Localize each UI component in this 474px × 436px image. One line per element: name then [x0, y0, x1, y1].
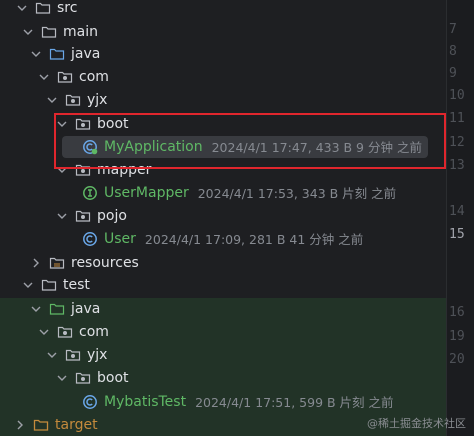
chevron-right-icon[interactable]	[30, 257, 42, 269]
tree-row-java[interactable]: java	[30, 42, 100, 65]
tree-label: target	[55, 416, 98, 433]
chevron-down-icon[interactable]	[56, 210, 68, 222]
chevron-down-icon[interactable]	[30, 48, 42, 60]
tree-row-test-java[interactable]: java	[30, 297, 100, 320]
highlight-annotation-box	[54, 113, 446, 169]
chevron-down-icon[interactable]	[22, 279, 34, 291]
chevron-down-icon[interactable]	[22, 26, 34, 38]
tree-label: main	[63, 23, 98, 40]
file-meta: 2024/4/1 17:09, 281 B 41 分钟 之前	[144, 232, 364, 247]
source-folder-icon	[49, 46, 65, 62]
tree-row-mybatistest[interactable]: MybatisTest 2024/4/1 17:51, 599 B 片刻 之前	[82, 390, 394, 413]
package-icon	[75, 208, 91, 224]
package-icon	[57, 324, 73, 340]
tree-row-usermapper[interactable]: UserMapper 2024/4/1 17:53, 343 B 片刻 之前	[82, 181, 396, 204]
tree-label: yjx	[87, 91, 108, 108]
resources-folder-icon	[49, 255, 65, 271]
chevron-down-icon[interactable]	[38, 326, 50, 338]
tree-row-resources[interactable]: resources	[30, 251, 139, 274]
tree-row-user[interactable]: User 2024/4/1 17:09, 281 B 41 分钟 之前	[82, 227, 363, 250]
tree-row-main[interactable]: main	[22, 20, 98, 43]
tree-label: com	[79, 68, 109, 85]
line-number: 12	[449, 135, 465, 150]
tree-label: boot	[97, 369, 129, 386]
tree-row-test-boot[interactable]: boot	[56, 366, 129, 389]
tree-label: java	[71, 300, 101, 317]
chevron-down-icon[interactable]	[16, 2, 28, 14]
line-number-current: 15	[449, 227, 465, 242]
line-number: 16	[449, 305, 465, 320]
interface-icon	[82, 185, 98, 201]
tree-label: test	[63, 276, 90, 293]
chevron-down-icon[interactable]	[46, 349, 58, 361]
line-number: 13	[449, 158, 465, 173]
line-number: 7	[449, 22, 457, 37]
file-meta: 2024/4/1 17:53, 343 B 片刻 之前	[197, 186, 397, 201]
folder-icon	[41, 277, 57, 293]
folder-icon	[35, 0, 51, 16]
tree-row-com[interactable]: com	[38, 65, 109, 88]
tree-label: yjx	[87, 346, 108, 363]
chevron-right-icon[interactable]	[14, 419, 26, 431]
excluded-folder-icon	[33, 417, 49, 433]
tree-row-test-yjx[interactable]: yjx	[46, 343, 107, 366]
tree-label: UserMapper	[104, 184, 189, 201]
tree-row-yjx[interactable]: yjx	[46, 88, 107, 111]
tree-row-pojo[interactable]: pojo	[56, 204, 127, 227]
tree-label: User	[104, 230, 136, 247]
tree-label: resources	[71, 254, 139, 271]
line-number: 19	[449, 329, 465, 344]
package-icon	[65, 92, 81, 108]
line-number: 11	[449, 111, 465, 126]
line-number: 9	[449, 66, 457, 81]
package-icon	[75, 370, 91, 386]
package-icon	[57, 69, 73, 85]
line-number: 14	[449, 204, 465, 219]
package-icon	[65, 347, 81, 363]
chevron-down-icon[interactable]	[46, 94, 58, 106]
tree-label: MybatisTest	[104, 393, 187, 410]
line-number: 20	[449, 352, 465, 367]
line-number: 8	[449, 44, 457, 59]
tree-label: pojo	[97, 207, 127, 224]
tree-row-test[interactable]: test	[22, 273, 90, 296]
file-meta: 2024/4/1 17:51, 599 B 片刻 之前	[195, 395, 394, 410]
folder-icon	[41, 24, 57, 40]
chevron-down-icon[interactable]	[30, 303, 42, 315]
tree-label: com	[79, 323, 109, 340]
tree-row-target[interactable]: target	[14, 413, 98, 436]
tree-label: java	[71, 45, 101, 62]
tree-label: src	[57, 0, 78, 16]
watermark: @稀土掘金技术社区	[367, 417, 466, 430]
class-icon	[82, 394, 98, 410]
chevron-down-icon[interactable]	[56, 372, 68, 384]
test-source-folder-icon	[49, 301, 65, 317]
class-icon	[82, 231, 98, 247]
tree-row-test-com[interactable]: com	[38, 320, 109, 343]
chevron-down-icon[interactable]	[38, 71, 50, 83]
tree-row-src[interactable]: src	[16, 0, 77, 19]
line-number: 10	[449, 88, 465, 103]
